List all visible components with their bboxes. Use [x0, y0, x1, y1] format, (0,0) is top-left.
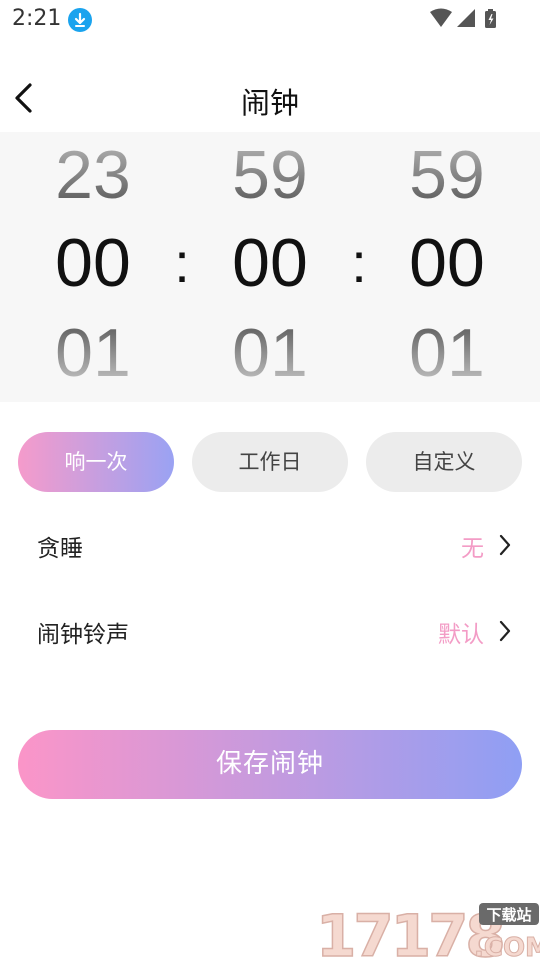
wifi-icon	[430, 8, 452, 27]
hour-wheel[interactable]: 23 00 01	[13, 132, 173, 402]
ringtone-label: 闹钟铃声	[37, 622, 129, 648]
signal-icon	[457, 9, 475, 27]
time-separator: :	[174, 231, 190, 294]
svg-text:下载站: 下载站	[486, 906, 531, 924]
ringtone-row[interactable]: 闹钟铃声 默认	[0, 601, 540, 661]
repeat-once-button[interactable]: 响一次	[18, 432, 174, 492]
second-prev[interactable]: 59	[367, 140, 527, 210]
status-icons	[430, 8, 500, 34]
hour-prev[interactable]: 23	[13, 140, 173, 210]
chevron-right-icon	[498, 619, 512, 643]
time-separator: :	[351, 231, 367, 294]
minute-wheel[interactable]: 59 00 01	[190, 132, 350, 402]
ringtone-value: 默认	[438, 622, 484, 648]
minute-prev[interactable]: 59	[190, 140, 350, 210]
status-time: 2:21	[12, 6, 62, 31]
snooze-label: 贪睡	[37, 536, 83, 562]
repeat-workdays-button[interactable]: 工作日	[192, 432, 348, 492]
site-watermark-logo: 17178 下载站 .COM	[315, 898, 540, 964]
time-picker[interactable]: 23 00 01 : 59 00 01 : 59 00 01	[0, 132, 540, 402]
download-icon	[68, 8, 92, 32]
second-wheel[interactable]: 59 00 01	[367, 132, 527, 402]
snooze-row[interactable]: 贪睡 无	[0, 515, 540, 575]
snooze-value: 无	[461, 536, 484, 562]
status-bar: 2:21	[0, 0, 540, 40]
minute-current[interactable]: 00	[190, 228, 350, 298]
battery-icon	[485, 9, 496, 28]
second-next[interactable]: 01	[367, 318, 527, 388]
header: 闹钟	[0, 66, 540, 132]
hour-next[interactable]: 01	[13, 318, 173, 388]
save-alarm-button[interactable]: 保存闹钟	[18, 730, 522, 799]
minute-next[interactable]: 01	[190, 318, 350, 388]
svg-text:.COM: .COM	[474, 933, 540, 960]
second-current[interactable]: 00	[367, 228, 527, 298]
repeat-custom-button[interactable]: 自定义	[366, 432, 522, 492]
chevron-right-icon	[498, 533, 512, 557]
page-title: 闹钟	[240, 86, 299, 120]
hour-current[interactable]: 00	[13, 228, 173, 298]
